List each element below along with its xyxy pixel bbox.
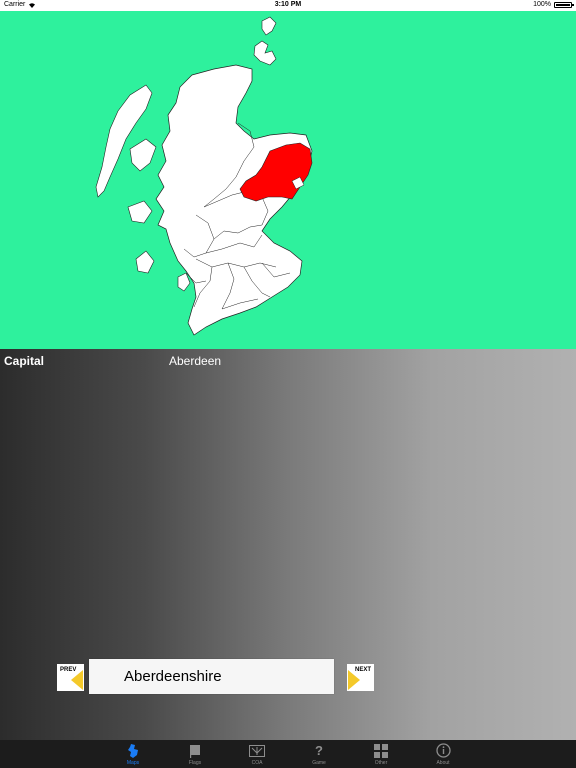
map-island-arran <box>177 272 191 292</box>
info-panel: Capital Aberdeen PREV Aberdeenshire NEXT <box>0 349 576 740</box>
capital-label: Capital <box>4 354 45 368</box>
coat-of-arms-icon <box>249 743 265 758</box>
battery-indicator: 100% <box>533 1 574 8</box>
map-island-islay <box>135 250 155 274</box>
scotland-map[interactable] <box>0 11 576 349</box>
tab-game-label: Game <box>312 760 326 766</box>
tab-other-label: Other <box>374 760 388 766</box>
info-icon <box>435 743 451 758</box>
tab-bar: Maps Flags COA ? Game Other About <box>0 740 576 768</box>
region-map[interactable] <box>0 11 576 349</box>
tab-flags[interactable]: Flags <box>175 740 215 768</box>
region-name-box: Aberdeenshire <box>89 659 334 694</box>
tab-about[interactable]: About <box>423 740 463 768</box>
tab-maps[interactable]: Maps <box>113 740 153 768</box>
map-island-orkney <box>253 40 277 66</box>
battery-icon <box>554 1 574 8</box>
tab-about-label: About <box>436 760 450 766</box>
capital-value: Aberdeen <box>169 354 222 368</box>
map-island-shetland <box>261 16 277 36</box>
status-bar: Carrier 3:10 PM 100% <box>0 0 576 11</box>
clock: 3:10 PM <box>274 1 302 8</box>
battery-percent: 100% <box>533 1 551 8</box>
tab-maps-label: Maps <box>126 760 140 766</box>
prev-label: PREV <box>60 667 77 673</box>
prev-button[interactable]: PREV <box>57 664 84 691</box>
tab-flags-label: Flags <box>188 760 202 766</box>
next-button[interactable]: NEXT <box>347 664 374 691</box>
flag-icon <box>189 743 201 758</box>
map-icon <box>127 743 139 758</box>
grid-icon <box>374 743 388 758</box>
question-mark-icon: ? <box>315 743 323 758</box>
region-name: Aberdeenshire <box>124 668 222 685</box>
tab-coa[interactable]: COA <box>237 740 277 768</box>
map-island-skye <box>129 138 157 172</box>
map-island-mull <box>127 200 153 224</box>
next-label: NEXT <box>354 667 371 673</box>
tab-other[interactable]: Other <box>361 740 401 768</box>
tab-game[interactable]: ? Game <box>299 740 339 768</box>
tab-coa-label: COA <box>251 760 263 766</box>
map-mainland <box>155 64 313 336</box>
